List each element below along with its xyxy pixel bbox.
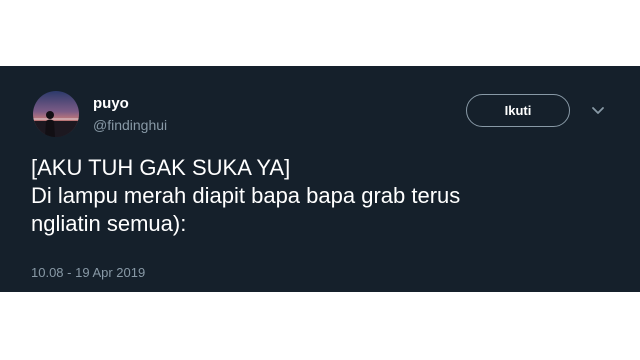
tweet-text-line: Di lampu merah diapit bapa bapa grab ter…: [31, 183, 461, 208]
tweet-card: puyo @findinghui Ikuti [AKU TUH GAK SUKA…: [0, 66, 640, 292]
display-name[interactable]: puyo: [93, 95, 129, 113]
tweet-timestamp[interactable]: 10.08 - 19 Apr 2019: [31, 265, 145, 281]
follow-button[interactable]: Ikuti: [466, 94, 570, 127]
tweet-text: [AKU TUH GAK SUKA YA] Di lampu merah dia…: [31, 154, 611, 238]
follow-button-label: Ikuti: [504, 103, 532, 118]
chevron-down-icon[interactable]: [591, 105, 605, 117]
tweet-text-line: ngliatin semua):: [31, 211, 187, 236]
user-handle[interactable]: @findinghui: [93, 117, 167, 134]
avatar-image: [33, 91, 79, 137]
avatar[interactable]: [33, 91, 79, 137]
tweet-text-line: [AKU TUH GAK SUKA YA]: [31, 155, 291, 180]
